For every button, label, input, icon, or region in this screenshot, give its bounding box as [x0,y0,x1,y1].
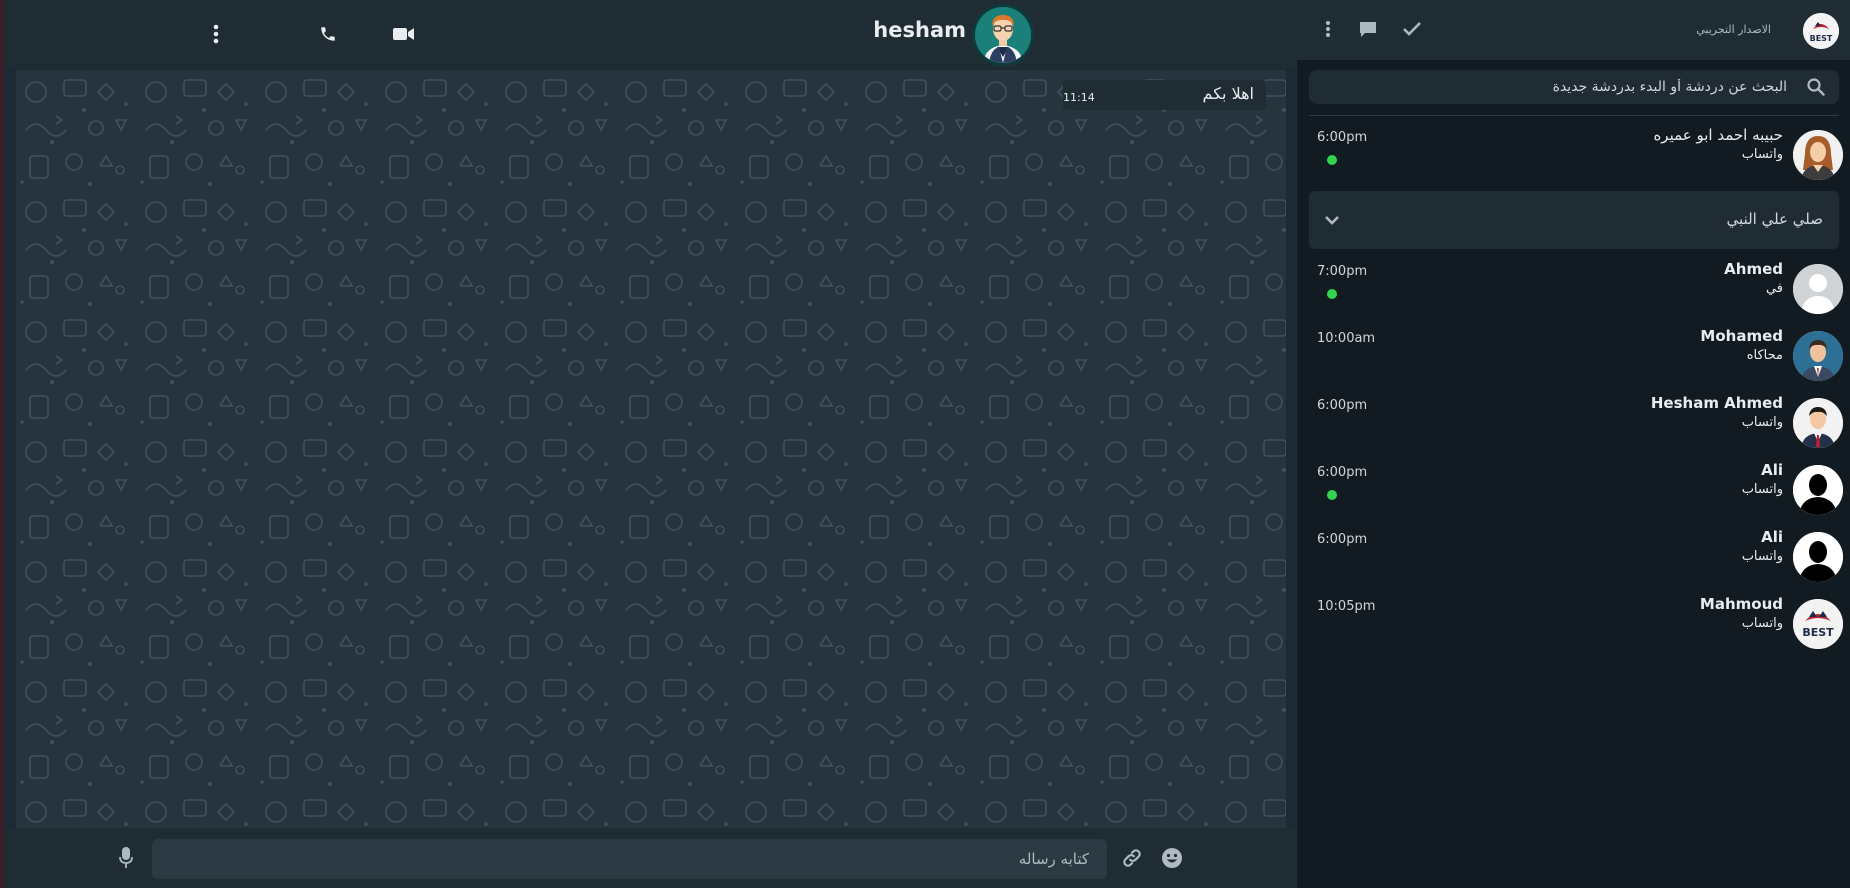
message-composer [4,828,1296,888]
brand-logo-text: BEST [1810,34,1833,43]
chat-name: Mohamed [1700,327,1783,345]
chat-list-item[interactable]: Ali واتساب 6:00pm [1297,461,1850,527]
brand-title: الاصدار التجريبي [1696,23,1771,36]
group-folder-row[interactable]: صلي علي النبي [1309,191,1839,249]
chat-list-item[interactable]: حبيبه احمد ابو عميره واتساب 6:00pm [1297,126,1850,192]
avatar [1793,465,1843,515]
sidebar: الاصدار التجريبي BEST البحث عن دردشة أو … [1296,0,1850,888]
microphone-icon[interactable] [112,844,140,872]
chat-time: 7:00pm [1317,264,1368,279]
brand-logo-text: BEST [1802,626,1834,639]
chat-preview: واتساب [1741,549,1783,564]
search-box [1309,70,1839,104]
chat-list-item[interactable]: BEST Mahmoud واتساب 10:05pm [1297,595,1850,661]
group-label: صلي علي النبي [1726,210,1823,228]
online-indicator [1327,155,1337,165]
avatar [1793,331,1843,381]
brand-logo[interactable]: BEST [1803,13,1839,49]
search-input[interactable] [1309,70,1799,104]
chat-time: 10:00am [1317,331,1376,346]
chat-header: hesham [4,0,1296,68]
more-vertical-icon[interactable] [202,20,230,48]
chat-time: 6:00pm [1317,130,1368,145]
emoji-icon[interactable] [1158,844,1186,872]
avatar [1793,532,1843,582]
chat-wallpaper [16,70,1286,828]
phone-icon[interactable] [314,20,342,48]
chat-name: حبيبه احمد ابو عميره [1653,126,1783,144]
chat-messages-area[interactable]: اهلا بكم 11:14 [16,70,1286,828]
video-camera-icon[interactable] [390,20,418,48]
contact-avatar[interactable] [972,4,1034,66]
chat-preview: واتساب [1741,616,1783,631]
attach-link-icon[interactable] [1118,844,1146,872]
message-input[interactable] [152,839,1107,879]
avatar: BEST [1793,599,1843,649]
divider [1309,115,1839,116]
more-vertical-icon[interactable] [1315,16,1341,42]
message-text: اهلا بكم [1202,84,1254,103]
contact-name[interactable]: hesham [873,18,966,42]
chat-preview: محاكاه [1746,348,1783,363]
chat-list-item[interactable]: Ali واتساب 6:00pm [1297,528,1850,594]
chat-bubble-icon[interactable] [1355,16,1381,42]
sidebar-header: الاصدار التجريبي BEST [1297,0,1850,60]
avatar [1793,130,1843,180]
chat-time: 6:00pm [1317,398,1368,413]
search-icon[interactable] [1807,78,1825,96]
chat-preview: واتساب [1741,415,1783,430]
avatar [1793,264,1843,314]
chevron-down-icon[interactable] [1323,211,1341,229]
chat-name: Mahmoud [1699,595,1783,613]
whatsapp-web-app: hesham اهلا بكم 11:14 كتابه رساله الاصدا… [0,0,1850,888]
chat-name: Ali [1761,461,1783,479]
chat-time: 6:00pm [1317,532,1368,547]
chat-pane: hesham اهلا بكم 11:14 كتابه رساله [4,0,1296,888]
chat-preview: واتساب [1741,147,1783,162]
chat-time: 10:05pm [1317,599,1376,614]
chat-list-item[interactable]: Ahmed في 7:00pm [1297,260,1850,326]
online-indicator [1327,490,1337,500]
chat-name: Ali [1761,528,1783,546]
avatar [1793,398,1843,448]
chat-preview: واتساب [1741,482,1783,497]
online-indicator [1327,289,1337,299]
chat-name: Hesham Ahmed [1650,394,1783,412]
message-bubble[interactable]: اهلا بكم 11:14 [1063,80,1266,110]
check-icon[interactable] [1399,16,1425,42]
chat-name: Ahmed [1724,260,1783,278]
chat-list-item[interactable]: Hesham Ahmed واتساب 6:00pm [1297,394,1850,460]
message-time: 11:14 [1063,91,1095,104]
chat-preview: في [1765,281,1783,296]
chat-list-item[interactable]: Mohamed محاكاه 10:00am [1297,327,1850,393]
chat-time: 6:00pm [1317,465,1368,480]
